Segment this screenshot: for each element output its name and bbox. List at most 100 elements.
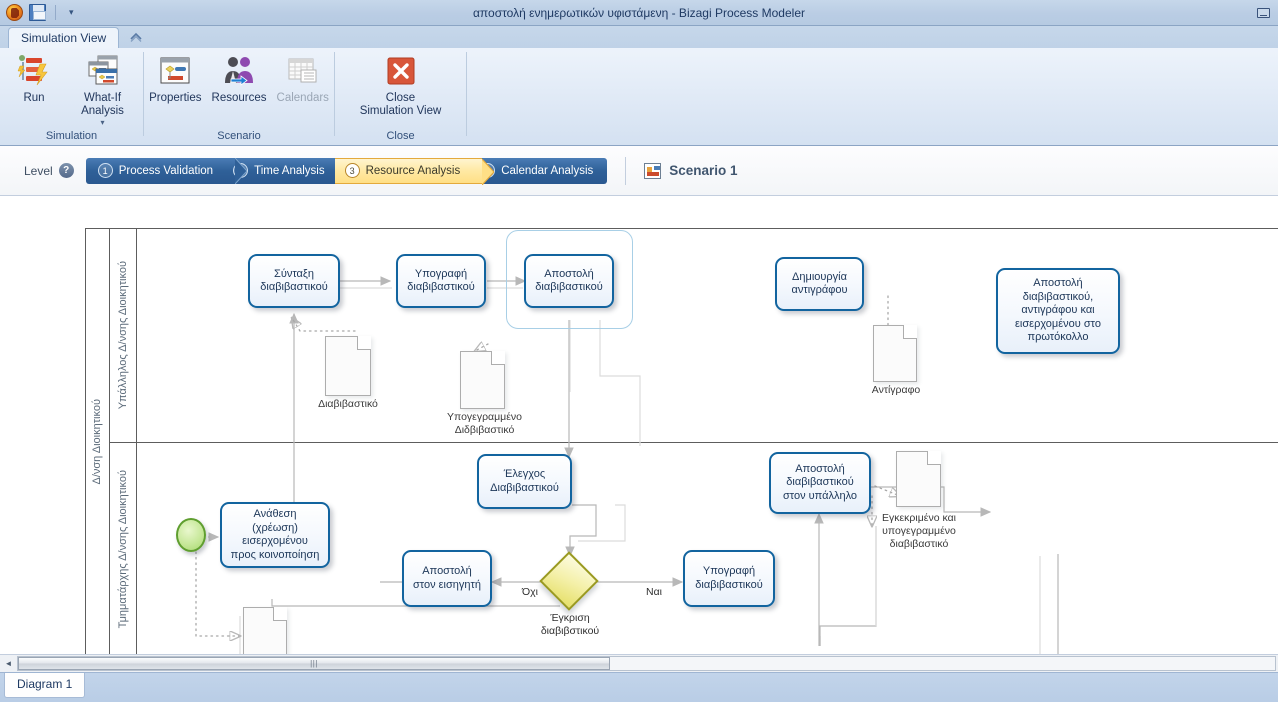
what-if-analysis-label: What-If Analysis <box>81 92 124 117</box>
window-controls <box>1257 7 1278 18</box>
scrollbar-track[interactable]: ||| <box>17 656 1276 671</box>
task-label-line1: Υπογραφή <box>702 565 756 577</box>
task-elegxos-diavivastikou[interactable]: Έλεγχος Διαβιβαστικού <box>477 454 572 509</box>
task-dimiourgia-antigrafou[interactable]: Δημιουργία αντιγράφου <box>775 257 864 311</box>
start-event[interactable] <box>176 518 206 552</box>
task-label-line3: στον υπάλληλο <box>782 489 858 502</box>
task-label-line3: αντιγράφου και <box>1021 304 1095 317</box>
lane-label-employee: Υπάλληλος Δ/νσης Διοικητικού <box>110 228 137 442</box>
close-x-icon <box>386 54 416 88</box>
lane-label-text: Τμηματάρχης Δ/νσης Διοικητικού <box>117 469 129 629</box>
quick-access-toolbar: ▾ <box>0 4 78 21</box>
run-label: Run <box>23 92 45 104</box>
minimize-button[interactable] <box>1257 7 1270 18</box>
close-simulation-view-button[interactable]: Close Simulation View <box>346 54 456 118</box>
data-object-label-antigrafo: Αντίγραφο <box>871 384 921 396</box>
task-apostoli-diavivastikou[interactable]: Αποστολή διαβιβαστικού <box>524 254 614 308</box>
window-title: αποστολή ενημερωτικών υφιστάμενη - Bizag… <box>472 5 805 20</box>
gateway-label-line1: Έγκριση <box>550 612 590 624</box>
task-apostoli-sto-protokollo[interactable]: Αποστολή διαβιβαστικού, αντιγράφου και ε… <box>996 268 1120 354</box>
document-corner-icon <box>928 451 941 464</box>
ribbon: Run What-If Analysis ▾ Simulation Proper… <box>0 48 1278 146</box>
step-label: Calendar Analysis <box>501 164 594 177</box>
data-object-egkekrimeno[interactable] <box>896 451 941 507</box>
data-object-diavivastiko[interactable] <box>325 336 371 396</box>
task-label-line1: Αποστολή <box>795 462 845 475</box>
step-arrow-icon <box>482 158 495 185</box>
data-object-ypogegrammeno[interactable] <box>460 351 505 409</box>
data-object-antigrafo[interactable] <box>873 325 917 382</box>
diagram-canvas[interactable]: Δ/νση Διοικητικού Υπάλληλος Δ/νσης Διοικ… <box>0 196 1278 656</box>
label-line3: διαβιβαστικό <box>889 538 949 550</box>
step-process-validation[interactable]: 1 Process Validation <box>85 157 248 184</box>
step-resource-analysis[interactable]: 3 Resource Analysis <box>334 157 495 185</box>
label-line2: Διδβιβαστικό <box>454 424 515 436</box>
task-label-line2: διαβιβαστικού <box>260 281 328 293</box>
chevron-down-icon[interactable]: ▾ <box>100 119 104 127</box>
bizagi-orb-icon[interactable] <box>6 4 23 21</box>
ribbon-tab-strip: Simulation View <box>0 26 1278 49</box>
properties-label: Properties <box>149 92 202 104</box>
task-label-line1: Υπογραφή <box>414 267 468 280</box>
task-anathesi-xreosi[interactable]: Ανάθεση (χρέωση) εισερχομένου προς κοινο… <box>220 502 330 568</box>
step-label: Process Validation <box>118 164 214 177</box>
task-label-line1: Ανάθεση <box>253 508 297 520</box>
resources-label: Resources <box>211 92 267 104</box>
pool-label: Δ/νση Διοικητικού <box>85 228 110 656</box>
resources-button[interactable]: Resources <box>207 54 272 105</box>
lane-divider <box>110 442 1278 443</box>
label-line1: Υπογεγραμμένο <box>446 411 523 423</box>
close-label-line2: Simulation View <box>359 105 442 117</box>
help-icon[interactable]: ? <box>58 163 74 178</box>
task-apostoli-ston-eisigiti[interactable]: Αποστολή στον εισηγητή <box>402 550 492 607</box>
task-label-line2: (χρέωση) <box>252 521 298 534</box>
data-object-label-diavivastiko: Διαβιβαστικό <box>318 398 378 410</box>
scenario-icon <box>644 162 662 179</box>
ribbon-group-label-close: Close <box>386 130 415 142</box>
document-corner-icon <box>274 607 287 620</box>
ribbon-divider <box>466 52 467 136</box>
status-bar: Diagram 1 <box>0 672 1278 702</box>
task-apostoli-ston-ypallilo[interactable]: Αποστολή διαβιβαστικού στον υπάλληλο <box>769 452 871 514</box>
what-if-analysis-button[interactable]: What-If Analysis ▾ <box>62 54 143 127</box>
task-label-line1: Αποστολή <box>422 565 472 577</box>
flow-label-yes: Ναι <box>646 586 662 598</box>
label-line1: Εγκεκριμένο και <box>881 512 956 524</box>
task-label-line2: αντιγράφου <box>791 284 848 296</box>
document-corner-icon <box>904 325 917 338</box>
task-label-line2: διαβιβαστικού <box>407 281 475 293</box>
task-label-line4: εισερχομένου στο <box>1015 317 1101 330</box>
data-object-bottom-left[interactable] <box>243 607 287 656</box>
task-label-line2: διαβιβαστικού <box>535 281 603 293</box>
run-button[interactable]: Run <box>6 54 62 105</box>
task-label-line1: Έλεγχος <box>503 468 546 480</box>
diagram-tab[interactable]: Diagram 1 <box>4 673 86 698</box>
task-label-line2: στον εισηγητή <box>413 578 481 591</box>
properties-button[interactable]: Properties <box>144 54 207 105</box>
collapse-ribbon-icon[interactable] <box>129 31 143 45</box>
label-line2: υπογεγραμμένο <box>882 525 956 537</box>
document-corner-icon <box>358 336 371 349</box>
what-if-analysis-icon <box>85 54 121 88</box>
document-corner-icon <box>492 351 505 364</box>
scrollbar-thumb[interactable]: ||| <box>18 657 610 670</box>
tab-simulation-view[interactable]: Simulation View <box>8 27 120 49</box>
task-ypografi-diavivastikou-1[interactable]: Υπογραφή διαβιβαστικού <box>396 254 486 308</box>
task-ypografi-diavivastikou-2[interactable]: Υπογραφή διαβιβαστικού <box>683 550 775 607</box>
horizontal-scrollbar[interactable]: ◄ ||| <box>0 654 1278 672</box>
task-syntaxi-diavivastikou[interactable]: Σύνταξη διαβιβαστικού <box>248 254 340 308</box>
task-label-line1: Αποστολή <box>1033 277 1083 290</box>
task-label-line2: διαβιβαστικού, <box>1022 290 1094 303</box>
scroll-left-arrow-icon[interactable]: ◄ <box>0 656 17 672</box>
calendars-icon <box>285 54 321 88</box>
step-number: 3 <box>344 163 360 178</box>
level-steps: 1 Process Validation 2 Time Analysis 3 R… <box>85 157 608 185</box>
task-label-line3: εισερχομένου <box>242 535 308 547</box>
step-number: 1 <box>97 163 113 178</box>
task-label-line1: Σύνταξη <box>274 267 314 280</box>
chevron-down-icon[interactable]: ▾ <box>65 7 78 18</box>
calendars-button: Calendars <box>271 54 334 105</box>
save-icon[interactable] <box>29 4 46 21</box>
data-object-label-ypogegrammeno: Υπογεγραμμένο Διδβιβαστικό <box>432 411 537 437</box>
scenario-indicator[interactable]: Scenario 1 <box>644 162 738 179</box>
